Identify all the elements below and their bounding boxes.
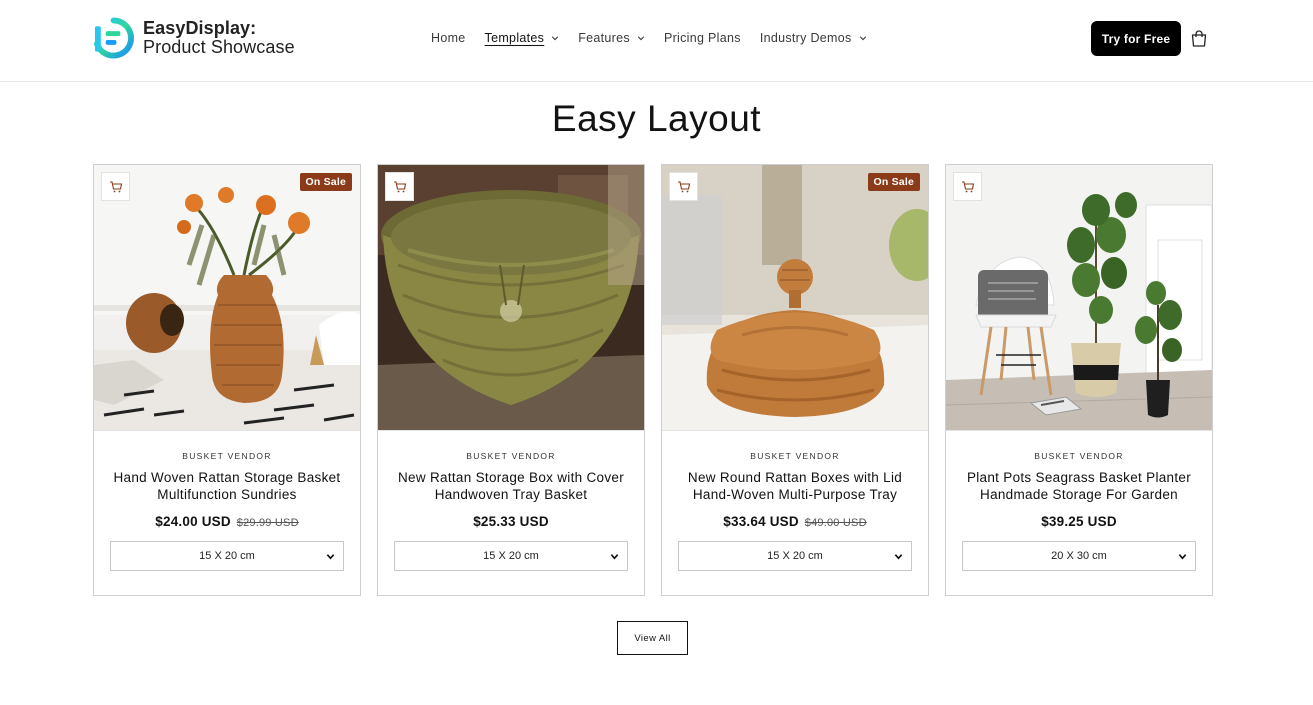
- rattan-box-with-lid-image: [662, 165, 928, 430]
- green-seagrass-basket-image: [378, 165, 644, 430]
- logo-mark-icon: [93, 17, 134, 59]
- product-image[interactable]: [94, 165, 360, 431]
- cart-icon: [109, 180, 122, 192]
- chevron-down-icon: [1178, 554, 1187, 560]
- chevron-down-icon: [326, 554, 335, 560]
- cart-icon: [961, 180, 974, 192]
- rattan-vase-with-sunflowers-image: [94, 165, 360, 430]
- section-title: Easy Layout: [551, 98, 762, 139]
- compare-price: $49.00 USD: [804, 517, 867, 529]
- product-image[interactable]: [378, 165, 644, 431]
- product-vendor: BUSKET VENDOR: [182, 451, 272, 461]
- product-price: $24.00 USD: [155, 514, 231, 529]
- product-price: $33.64 USD: [723, 514, 799, 529]
- product-price-row: $24.00 USD $29.99 USD: [94, 514, 360, 529]
- site-header: EasyDisplay: Product Showcase Home Templ…: [0, 0, 1313, 82]
- quick-add-button[interactable]: [101, 172, 130, 201]
- compare-price: $29.99 USD: [236, 517, 299, 529]
- chevron-down-icon: [552, 36, 559, 41]
- nav-item-industry-demos[interactable]: Industry Demos: [760, 31, 867, 45]
- nav-item-home[interactable]: Home: [431, 31, 466, 45]
- product-vendor: BUSKET VENDOR: [466, 451, 556, 461]
- product-grid: On Sale BUSKET VENDOR Hand Woven Rattan …: [93, 164, 1213, 596]
- product-title[interactable]: Plant Pots Seagrass Basket Planter Handm…: [956, 469, 1202, 503]
- nav-item-features[interactable]: Features: [578, 31, 645, 45]
- main-nav: Home Templates Features Pricing Plans In…: [431, 31, 886, 45]
- quick-add-button[interactable]: [953, 172, 982, 201]
- sale-badge: On Sale: [299, 173, 352, 191]
- logo-title: EasyDisplay:: [143, 18, 257, 39]
- nav-item-label: Features: [578, 31, 630, 45]
- variant-select[interactable]: 15 X 20 cm: [394, 541, 628, 571]
- view-all-button[interactable]: View All: [617, 621, 688, 655]
- product-vendor: BUSKET VENDOR: [750, 451, 840, 461]
- variant-select[interactable]: 15 X 20 cm: [110, 541, 344, 571]
- product-card[interactable]: On Sale BUSKET VENDOR New Round Rattan B…: [661, 164, 929, 596]
- product-title[interactable]: New Rattan Storage Box with Cover Handwo…: [388, 469, 634, 503]
- product-price: $25.33 USD: [473, 514, 549, 529]
- product-price: $39.25 USD: [1041, 514, 1117, 529]
- room-with-chair-and-plants-image: [946, 165, 1212, 430]
- sale-badge: On Sale: [867, 173, 920, 191]
- logo-subtitle: Product Showcase: [143, 37, 295, 57]
- chevron-down-icon: [610, 554, 619, 560]
- product-card[interactable]: BUSKET VENDOR Plant Pots Seagrass Basket…: [945, 164, 1213, 596]
- product-price-row: $25.33 USD: [378, 514, 644, 529]
- quick-add-button[interactable]: [385, 172, 414, 201]
- product-image[interactable]: [662, 165, 928, 431]
- chevron-down-icon: [894, 554, 903, 560]
- variant-selected-value: 15 X 20 cm: [199, 550, 255, 562]
- variant-select[interactable]: 20 X 30 cm: [962, 541, 1196, 571]
- nav-item-pricing-plans[interactable]: Pricing Plans: [664, 31, 741, 45]
- cart-icon: [677, 180, 690, 192]
- nav-item-label: Industry Demos: [759, 31, 852, 45]
- cart-icon: [393, 180, 406, 192]
- cart-bag-icon[interactable]: [1189, 29, 1209, 49]
- product-card[interactable]: BUSKET VENDOR New Rattan Storage Box wit…: [377, 164, 645, 596]
- brand-logo[interactable]: EasyDisplay: Product Showcase: [93, 17, 295, 59]
- chevron-down-icon: [859, 36, 866, 41]
- quick-add-button[interactable]: [669, 172, 698, 201]
- product-title[interactable]: Hand Woven Rattan Storage Basket Multifu…: [104, 469, 350, 503]
- product-vendor: BUSKET VENDOR: [1034, 451, 1124, 461]
- variant-selected-value: 15 X 20 cm: [483, 550, 539, 562]
- variant-selected-value: 15 X 20 cm: [767, 550, 823, 562]
- nav-item-label: Templates: [484, 31, 545, 45]
- variant-select[interactable]: 15 X 20 cm: [678, 541, 912, 571]
- nav-item-templates[interactable]: Templates: [485, 31, 560, 45]
- nav-item-label: Pricing Plans: [663, 31, 741, 45]
- product-price-row: $39.25 USD: [946, 514, 1212, 529]
- product-price-row: $33.64 USD $49.00 USD: [662, 514, 928, 529]
- variant-selected-value: 20 X 30 cm: [1051, 550, 1107, 562]
- product-title[interactable]: New Round Rattan Boxes with Lid Hand-Wov…: [672, 469, 918, 503]
- try-for-free-button[interactable]: Try for Free: [1091, 21, 1181, 56]
- product-card[interactable]: On Sale BUSKET VENDOR Hand Woven Rattan …: [93, 164, 361, 596]
- nav-item-label: Home: [431, 31, 466, 45]
- chevron-down-icon: [637, 36, 645, 41]
- product-image[interactable]: [946, 165, 1212, 431]
